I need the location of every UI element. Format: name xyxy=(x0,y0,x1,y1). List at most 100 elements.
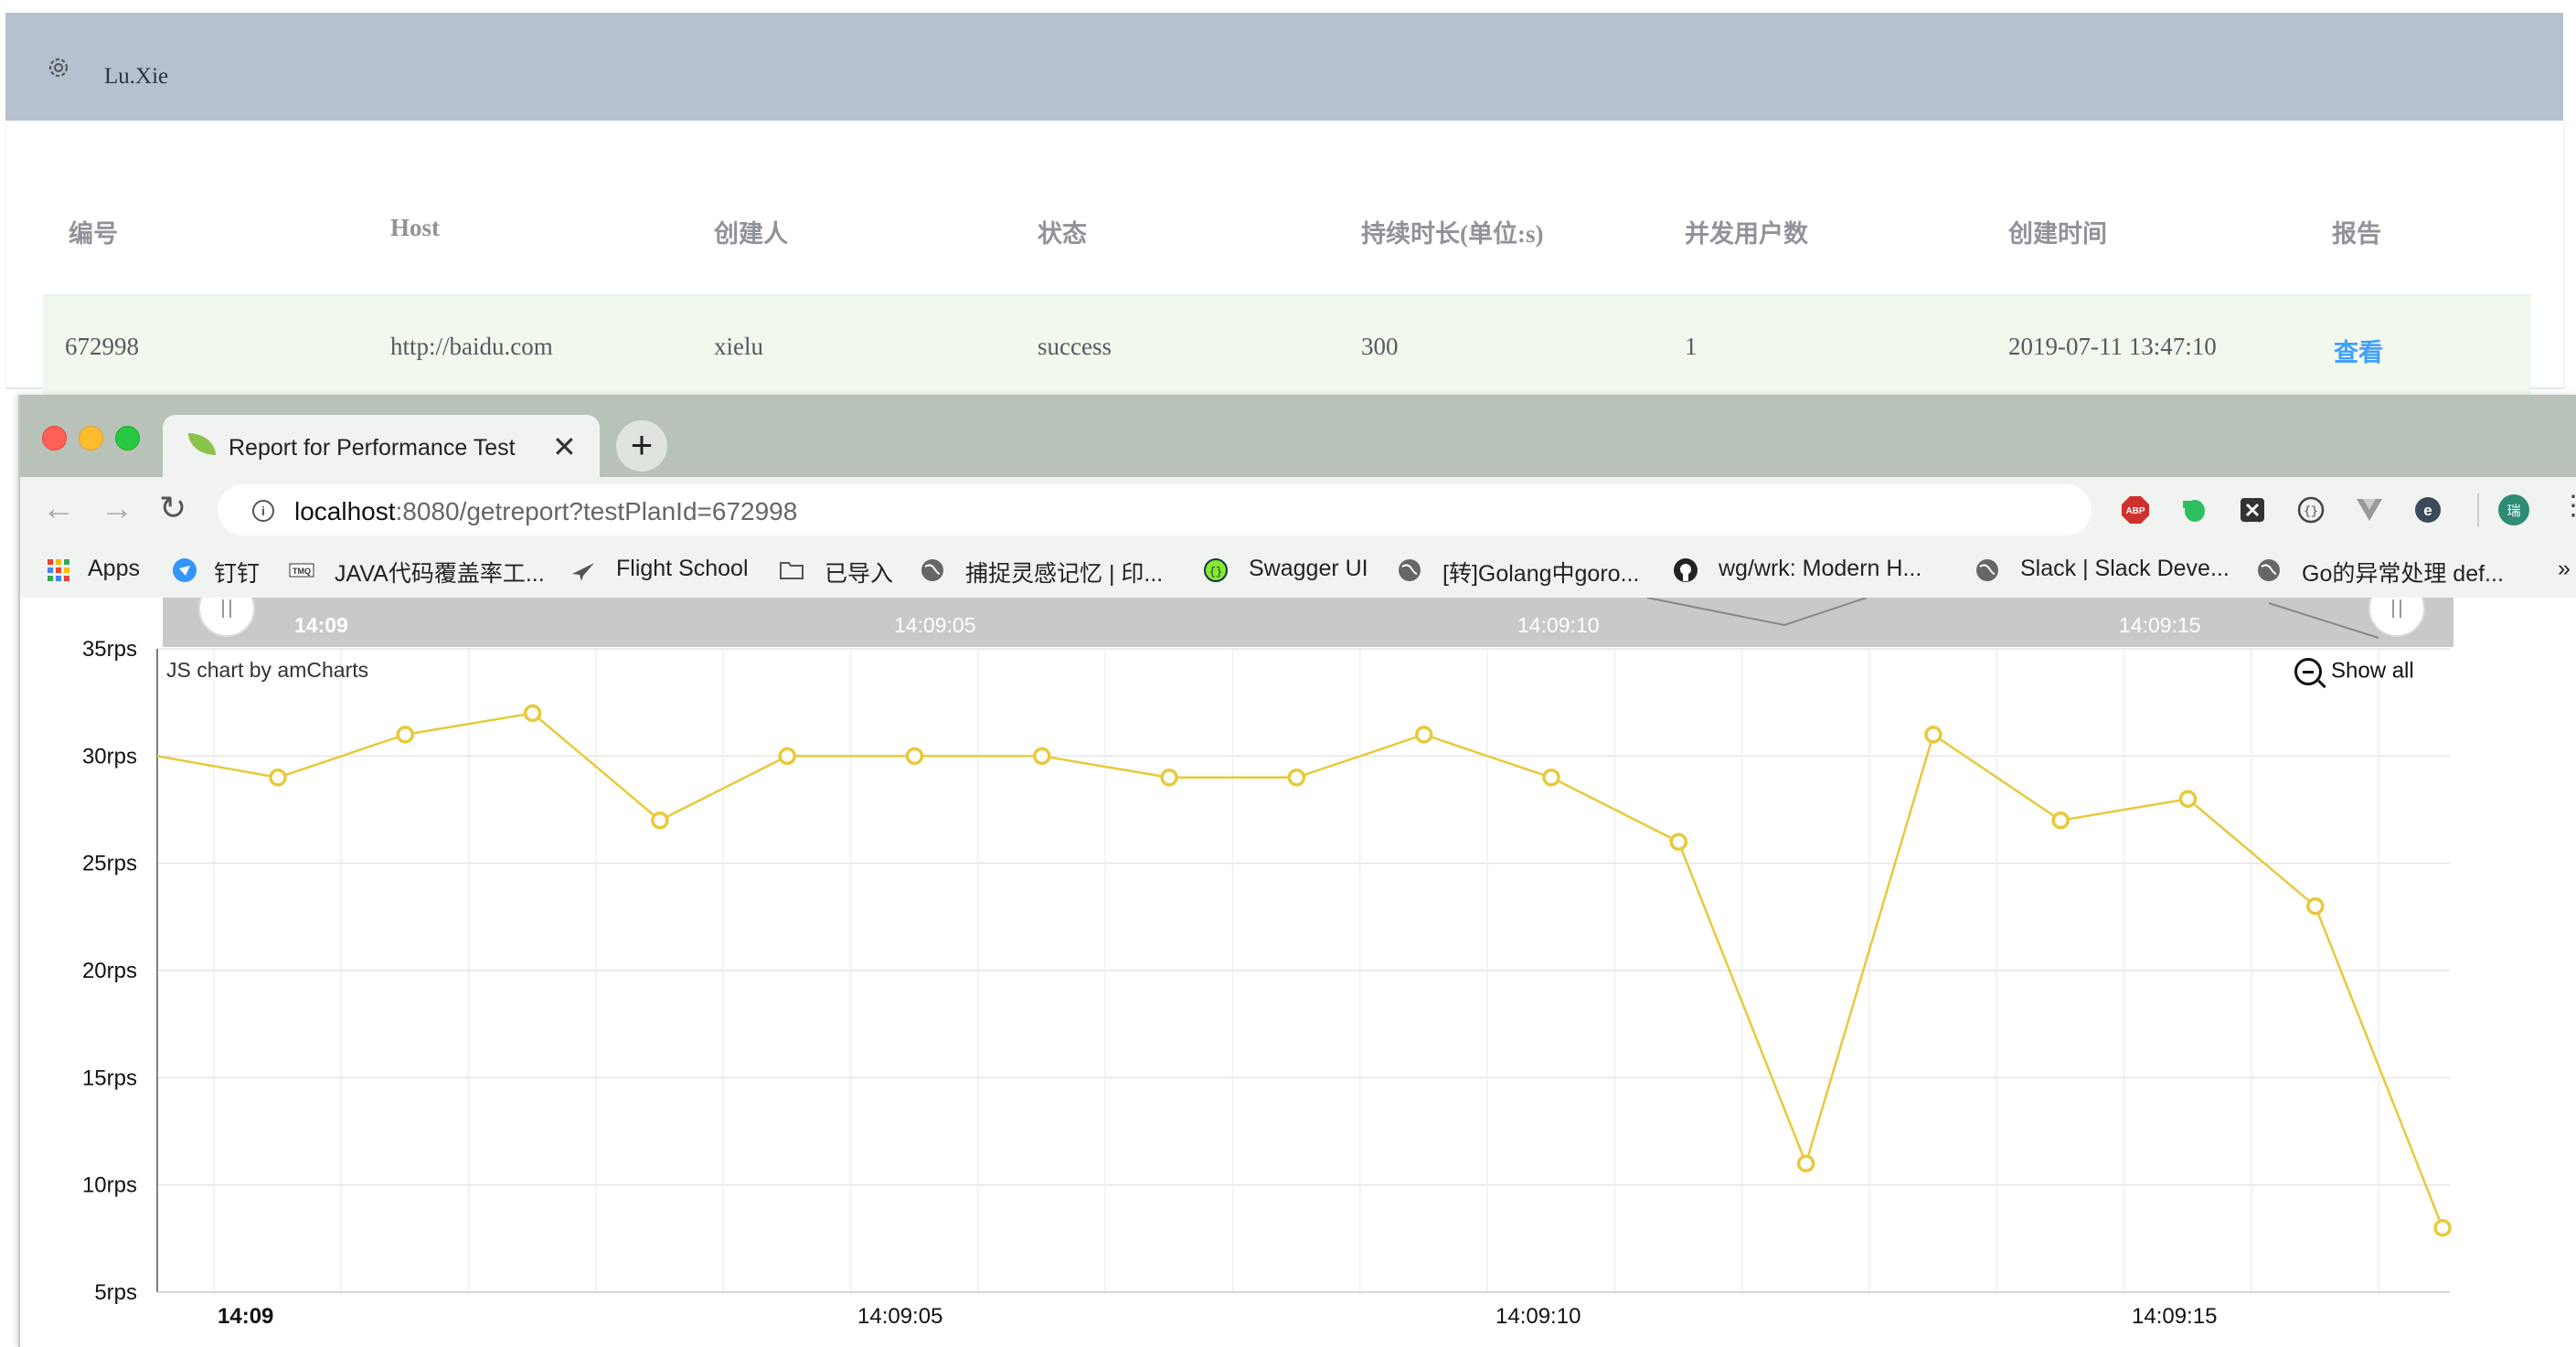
extension-e-icon[interactable]: e xyxy=(2413,495,2443,525)
globe-icon xyxy=(2258,559,2280,581)
url-path: :8080/getreport?testPlanId=672998 xyxy=(395,497,798,525)
bookmark-inspiration[interactable]: 捕捉灵感记忆 | 印... xyxy=(965,556,1163,589)
x-axis-tick-label: 14:09:05 xyxy=(857,1304,942,1329)
data-point[interactable] xyxy=(1924,726,1943,744)
bookmark-apps[interactable]: Apps xyxy=(88,556,140,582)
col-header-created: 创建时间 xyxy=(2008,220,2107,248)
data-point[interactable] xyxy=(269,769,287,787)
data-point[interactable] xyxy=(523,704,542,723)
y-axis-tick-label: 5rps xyxy=(94,1280,137,1305)
cell-created: 2019-07-11 13:47:10 xyxy=(2008,333,2217,360)
bookmark-swagger[interactable]: Swagger UI xyxy=(1249,556,1368,582)
back-icon[interactable]: ← xyxy=(42,492,75,525)
tab-strip: Report for Performance Test ✕ + xyxy=(20,395,2576,477)
app-header: Lu.Xie xyxy=(5,13,2563,121)
tab-report[interactable]: Report for Performance Test ✕ xyxy=(163,415,600,477)
maximize-window-button[interactable] xyxy=(115,426,140,451)
close-tab-icon[interactable]: ✕ xyxy=(552,430,577,464)
swagger-icon: {} xyxy=(1204,558,1228,582)
chart-credit[interactable]: JS chart by amCharts xyxy=(166,658,368,683)
svg-text:TMQ: TMQ xyxy=(293,567,311,576)
show-all-button[interactable]: Show all xyxy=(2294,658,2414,685)
vue-devtools-icon[interactable] xyxy=(2355,495,2384,525)
toolbar-divider xyxy=(2477,493,2479,526)
flight-school-icon xyxy=(572,563,594,581)
x-axis-tick-label: 14:09:15 xyxy=(2132,1304,2217,1329)
col-header-host: Host xyxy=(390,214,440,241)
scrollbar-label: 14:09 xyxy=(294,613,348,637)
bookmarks-bar: Apps 钉钉 TMQ JAVA代码覆盖率工... Flight School … xyxy=(20,543,2576,599)
col-header-id: 编号 xyxy=(69,220,118,248)
folder-icon xyxy=(780,562,804,579)
menu-kebab-icon[interactable]: ⋮ xyxy=(2560,490,2576,522)
profile-avatar[interactable]: 瑞 xyxy=(2497,493,2530,526)
url-text[interactable]: localhost:8080/getreport?testPlanId=6729… xyxy=(294,497,797,526)
bookmarks-overflow-icon[interactable]: » xyxy=(2558,556,2571,582)
col-header-creator: 创建人 xyxy=(714,220,788,248)
xmind-icon[interactable] xyxy=(2238,495,2267,525)
col-header-report: 报告 xyxy=(2332,220,2381,248)
data-point[interactable] xyxy=(396,726,415,744)
data-point[interactable] xyxy=(2433,1218,2452,1237)
y-axis-tick-label: 35rps xyxy=(82,637,137,662)
globe-icon xyxy=(1399,559,1421,581)
task-panel: 编号 Host 创建人 状态 持续时长(单位:s) 并发用户数 创建时间 报告 … xyxy=(5,121,2565,400)
bookmark-flight-school[interactable]: Flight School xyxy=(616,556,749,582)
data-point[interactable] xyxy=(1542,769,1560,787)
globe-icon xyxy=(1976,559,1998,581)
show-all-label: Show all xyxy=(2331,658,2414,684)
bookmark-imported[interactable]: 已导入 xyxy=(825,556,893,589)
data-point[interactable] xyxy=(2178,790,2198,809)
forward-icon[interactable]: → xyxy=(101,492,133,525)
data-point[interactable] xyxy=(651,811,669,830)
data-point[interactable] xyxy=(1669,833,1688,851)
leaf-icon xyxy=(188,433,216,455)
table-header-row: 编号 Host 创建人 状态 持续时长(单位:s) 并发用户数 创建时间 报告 xyxy=(43,175,2531,296)
json-viewer-icon[interactable]: {} xyxy=(2296,495,2326,525)
col-header-users: 并发用户数 xyxy=(1685,220,1808,248)
reload-icon[interactable]: ↻ xyxy=(159,492,186,525)
cell-duration: 300 xyxy=(1361,333,1399,360)
address-bar[interactable]: i localhost:8080/getreport?testPlanId=67… xyxy=(218,484,2266,536)
rps-line-chart: 14:09 14:09:05 14:09:10 14:09:15 35rps 30rps 2… xyxy=(82,598,2454,1329)
view-report-link[interactable]: 查看 xyxy=(2334,333,2383,368)
data-point[interactable] xyxy=(1160,769,1178,787)
bookmark-wrk[interactable]: wg/wrk: Modern H... xyxy=(1719,556,1921,582)
bookmark-java-coverage[interactable]: JAVA代码覆盖率工... xyxy=(335,556,545,589)
data-point[interactable] xyxy=(1414,726,1433,744)
y-axis-tick-label: 30rps xyxy=(82,744,137,769)
adblock-icon[interactable]: ABP xyxy=(2121,495,2150,525)
minimize-window-button[interactable] xyxy=(79,426,103,451)
browser-window: Report for Performance Test ✕ + ← → ↻ i … xyxy=(18,395,2576,1347)
cell-creator: xielu xyxy=(714,333,763,360)
svg-text:{}: {} xyxy=(2304,504,2318,518)
y-axis-tick-label: 25rps xyxy=(82,852,137,876)
data-point[interactable] xyxy=(2051,811,2070,830)
new-tab-button[interactable]: + xyxy=(616,420,667,472)
data-point[interactable] xyxy=(778,747,796,766)
bookmark-go-exception[interactable]: Go的异常处理 def... xyxy=(2302,556,2504,589)
evernote-icon[interactable] xyxy=(2179,495,2209,525)
y-axis-tick-label: 15rps xyxy=(82,1066,137,1090)
cell-users: 1 xyxy=(1685,333,1698,360)
data-point[interactable] xyxy=(905,747,924,766)
x-axis-tick-label: 14:09 xyxy=(218,1304,273,1329)
gear-icon[interactable] xyxy=(44,53,73,82)
col-header-status: 状态 xyxy=(1038,220,1087,248)
bookmark-dingtalk[interactable]: 钉钉 xyxy=(214,556,260,589)
data-point[interactable] xyxy=(1033,747,1051,766)
data-point[interactable] xyxy=(1287,769,1306,787)
scrollbar-track[interactable] xyxy=(163,598,2454,647)
scrollbar-label: 14:09:05 xyxy=(894,613,976,637)
close-window-button[interactable] xyxy=(42,426,67,451)
tab-title: Report for Performance Test xyxy=(229,435,516,461)
info-icon[interactable]: i xyxy=(252,500,274,522)
zoom-out-icon xyxy=(2294,658,2322,685)
data-point[interactable] xyxy=(1796,1154,1815,1172)
bookmark-golang[interactable]: [转]Golang中goro... xyxy=(1442,556,1639,589)
bookmark-slack[interactable]: Slack | Slack Deve... xyxy=(2020,556,2230,582)
report-page: 14:09 14:09:05 14:09:10 14:09:15 35rps 30rps 2… xyxy=(20,598,2576,1347)
data-point[interactable] xyxy=(2306,896,2325,916)
dingtalk-icon xyxy=(173,558,197,582)
cell-id: 672998 xyxy=(65,333,139,360)
